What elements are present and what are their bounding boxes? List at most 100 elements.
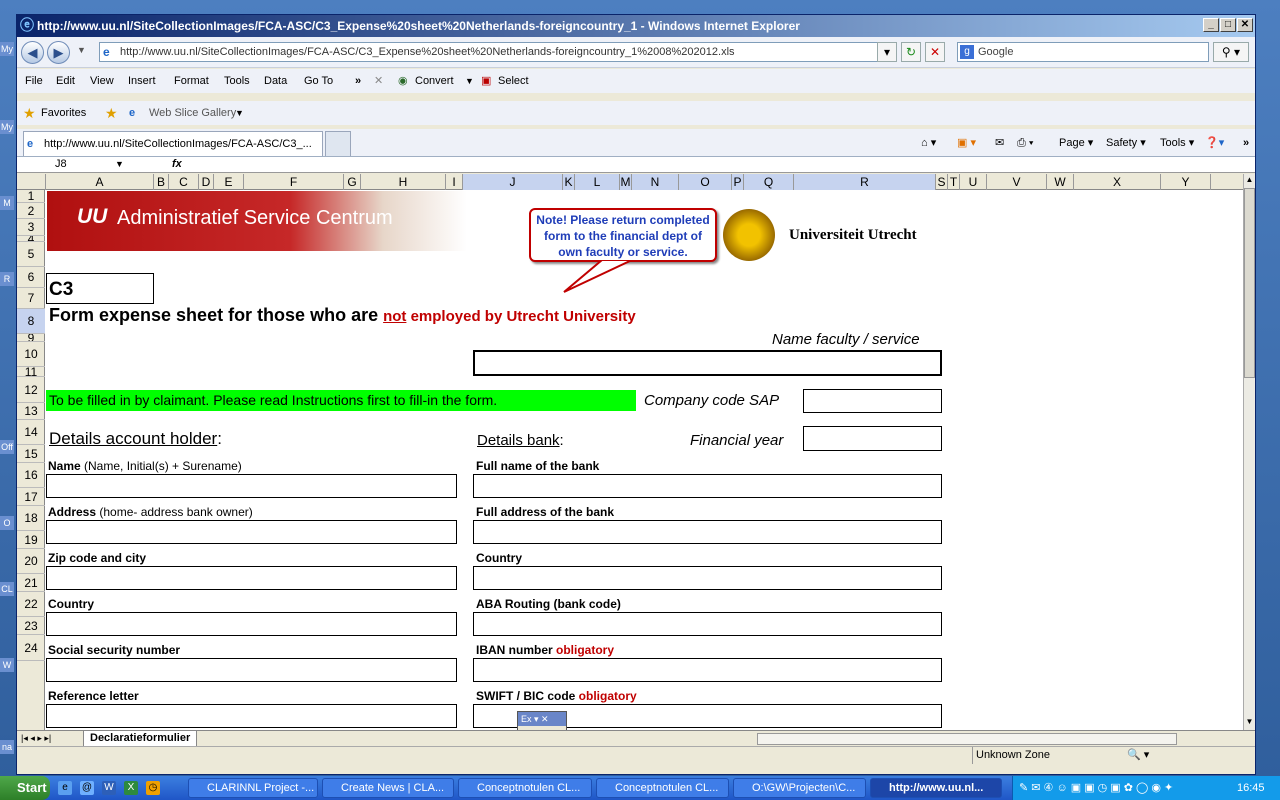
name-box[interactable]: J8: [55, 157, 67, 172]
column-header-p[interactable]: P: [732, 174, 744, 190]
desktop-icon[interactable]: My: [0, 120, 14, 134]
column-header-t[interactable]: T: [948, 174, 960, 190]
row-header-3[interactable]: 3: [17, 219, 45, 236]
column-header-m[interactable]: M: [620, 174, 632, 190]
floating-toolbar[interactable]: Ex ▾ ✕ ✎: [517, 711, 567, 730]
menu-insert[interactable]: Insert: [128, 69, 156, 93]
scroll-up-icon[interactable]: ▲: [1244, 174, 1255, 186]
taskbar-item[interactable]: Conceptnotulen CL...: [458, 778, 592, 798]
gallery-dropdown-icon[interactable]: ▼: [235, 101, 244, 125]
column-header-l[interactable]: L: [575, 174, 620, 190]
company-code-input[interactable]: [803, 389, 942, 413]
sheet-tab-declaratie[interactable]: Declaratieformulier: [83, 731, 198, 747]
column-header-y[interactable]: Y: [1161, 174, 1211, 190]
safety-menu[interactable]: Safety ▾: [1106, 129, 1146, 157]
row-header-17[interactable]: 17: [17, 488, 45, 506]
close-button[interactable]: ✕: [1237, 18, 1253, 32]
row-header-24[interactable]: 24: [17, 635, 45, 661]
bank-field-input[interactable]: [473, 658, 942, 682]
row-header-22[interactable]: 22: [17, 592, 45, 617]
desktop-icon[interactable]: Off: [0, 440, 14, 454]
row-header-2[interactable]: 2: [17, 203, 45, 219]
home-icon[interactable]: ⌂ ▾: [921, 129, 936, 157]
row-header-11[interactable]: 11: [17, 367, 45, 377]
desktop-icon[interactable]: CL: [0, 582, 14, 596]
column-header-v[interactable]: V: [987, 174, 1047, 190]
desktop-icon[interactable]: M: [0, 196, 14, 210]
desktop-icon[interactable]: My: [0, 42, 14, 56]
quicklaunch-excel-icon[interactable]: X: [124, 781, 138, 795]
add-favorite-icon[interactable]: ★: [105, 101, 118, 125]
function-icon[interactable]: fx: [172, 157, 182, 172]
bank-field-input[interactable]: [473, 612, 942, 636]
scroll-down-icon[interactable]: ▼: [1244, 716, 1255, 728]
column-header-c[interactable]: C: [169, 174, 199, 190]
help-icon[interactable]: ❓▾: [1205, 129, 1224, 157]
horizontal-scrollbar[interactable]: [757, 733, 1177, 745]
print-icon[interactable]: ⎙ ▾: [1017, 129, 1033, 157]
formula-input[interactable]: [192, 157, 1242, 172]
desktop-icon[interactable]: W: [0, 658, 14, 672]
forward-button[interactable]: ▶: [47, 41, 70, 64]
bank-field-input[interactable]: [473, 566, 942, 590]
holder-field-input[interactable]: [46, 704, 457, 728]
column-header-j[interactable]: J: [463, 174, 563, 190]
row-header-15[interactable]: 15: [17, 445, 45, 463]
holder-field-input[interactable]: [46, 658, 457, 682]
faculty-input[interactable]: [473, 350, 942, 376]
menu-edit[interactable]: Edit: [56, 69, 75, 93]
scroll-thumb[interactable]: [1244, 188, 1255, 378]
row-header-8[interactable]: 8: [17, 309, 45, 334]
maximize-button[interactable]: □: [1220, 18, 1236, 32]
bank-field-input[interactable]: [473, 474, 942, 498]
column-header-r[interactable]: R: [794, 174, 936, 190]
taskbar-item[interactable]: O:\GW\Projecten\C...: [733, 778, 866, 798]
new-tab-button[interactable]: [325, 131, 351, 156]
column-header-i[interactable]: I: [446, 174, 463, 190]
row-header-7[interactable]: 7: [17, 288, 45, 309]
bank-field-input[interactable]: [473, 520, 942, 544]
holder-field-input[interactable]: [46, 474, 457, 498]
taskbar-item[interactable]: Create News | CLA...: [322, 778, 454, 798]
taskbar-item[interactable]: CLARINNL Project -...: [188, 778, 318, 798]
taskbar-item[interactable]: http://www.uu.nl...: [870, 778, 1002, 798]
column-header-n[interactable]: N: [632, 174, 679, 190]
web-slice-gallery-link[interactable]: Web Slice Gallery: [149, 101, 236, 125]
column-header-e[interactable]: E: [214, 174, 244, 190]
column-header-q[interactable]: Q: [744, 174, 794, 190]
row-header-16[interactable]: 16: [17, 463, 45, 488]
menu-format[interactable]: Format: [174, 69, 209, 93]
column-header-g[interactable]: G: [344, 174, 361, 190]
select-button[interactable]: Select: [498, 69, 529, 93]
quicklaunch-icon[interactable]: ◷: [146, 781, 160, 795]
holder-field-input[interactable]: [46, 520, 457, 544]
row-header-10[interactable]: 10: [17, 342, 45, 367]
tab-active[interactable]: e http://www.uu.nl/SiteCollectionImages/…: [23, 131, 323, 156]
minimize-button[interactable]: _: [1203, 18, 1219, 32]
column-header-f[interactable]: F: [244, 174, 344, 190]
back-button[interactable]: ◀: [21, 41, 44, 64]
row-header-9[interactable]: 9: [17, 334, 45, 342]
menu-data[interactable]: Data: [264, 69, 287, 93]
menu-view[interactable]: View: [90, 69, 114, 93]
column-header-x[interactable]: X: [1074, 174, 1161, 190]
page-menu[interactable]: Page ▾: [1059, 129, 1093, 157]
row-header-23[interactable]: 23: [17, 617, 45, 635]
tools-menu[interactable]: Tools ▾: [1160, 129, 1194, 157]
search-button[interactable]: ⚲ ▾: [1213, 42, 1249, 62]
history-dropdown-icon[interactable]: ▼: [77, 45, 86, 55]
spreadsheet-grid[interactable]: ABCDEFGHIJKLMNOPQRSTUVWXY 12345678910111…: [17, 174, 1243, 730]
command-overflow-icon[interactable]: »: [1243, 129, 1249, 157]
address-input[interactable]: e http://www.uu.nl/SiteCollectionImages/…: [99, 42, 893, 62]
row-header-21[interactable]: 21: [17, 574, 45, 592]
menu-overflow-icon[interactable]: »: [355, 69, 361, 93]
row-header-6[interactable]: 6: [17, 267, 45, 288]
financial-year-input[interactable]: [803, 426, 942, 451]
menu-file[interactable]: File: [25, 69, 43, 93]
address-dropdown-icon[interactable]: ▾: [877, 42, 897, 62]
column-header-s[interactable]: S: [936, 174, 948, 190]
holder-field-input[interactable]: [46, 612, 457, 636]
row-header-5[interactable]: 5: [17, 242, 45, 267]
column-header-b[interactable]: B: [154, 174, 169, 190]
favorites-button[interactable]: Favorites: [41, 101, 86, 125]
